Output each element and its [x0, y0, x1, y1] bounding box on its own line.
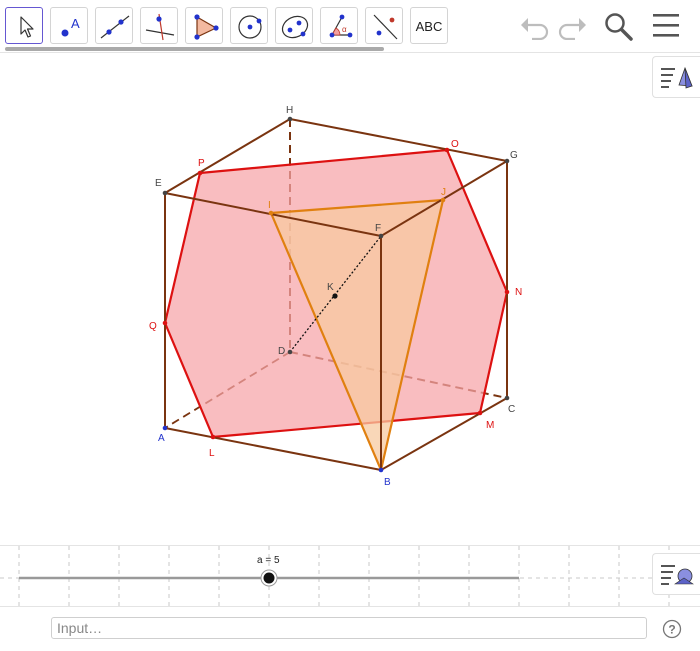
- point-J[interactable]: [440, 197, 446, 203]
- geometry-canvas[interactable]: A B C D E F G H I J K L M N O P Q: [0, 53, 700, 545]
- point-K[interactable]: [332, 293, 338, 299]
- point-C[interactable]: [504, 395, 510, 401]
- slider-canvas[interactable]: a = 5: [0, 546, 700, 606]
- line-tool-button[interactable]: [95, 7, 133, 44]
- point-A[interactable]: [162, 425, 168, 431]
- point-tool-button[interactable]: A: [50, 7, 88, 44]
- angle-icon: α: [329, 14, 353, 38]
- perpendicular-line-tool-button[interactable]: [140, 7, 178, 44]
- algebra-input[interactable]: [51, 617, 647, 639]
- search-icon[interactable]: [603, 11, 635, 43]
- point-icon: A: [61, 16, 80, 37]
- label-C: C: [508, 404, 515, 415]
- menu-icon[interactable]: [652, 13, 680, 39]
- label-M: M: [486, 420, 494, 431]
- input-bar: ?: [0, 606, 700, 651]
- point-F[interactable]: [378, 233, 384, 239]
- point-M[interactable]: [477, 410, 483, 416]
- toolbar-scrollbar[interactable]: [5, 47, 384, 51]
- label-K: K: [327, 282, 334, 293]
- graphics2-style-bar-toggle[interactable]: [652, 553, 700, 595]
- label-O: O: [451, 139, 459, 150]
- slider-label: a = 5: [257, 555, 280, 566]
- circle-icon: [238, 15, 262, 39]
- angle-tool-label: α: [342, 25, 347, 34]
- graphics-view-2[interactable]: a = 5: [0, 545, 700, 606]
- line-icon: [100, 15, 130, 39]
- ellipse-icon: [281, 15, 309, 39]
- point-G[interactable]: [504, 158, 510, 164]
- label-D: D: [278, 346, 285, 357]
- label-Q: Q: [149, 321, 157, 332]
- toolbar: A α ABC: [0, 0, 700, 52]
- perpendicular-icon: [145, 13, 175, 41]
- reflect-icon: [373, 14, 398, 40]
- help-icon[interactable]: ?: [662, 619, 682, 639]
- label-N: N: [515, 287, 522, 298]
- label-L: L: [209, 448, 215, 459]
- redo-icon[interactable]: [555, 12, 589, 40]
- arrow-pointer-icon: [20, 16, 34, 38]
- point-O[interactable]: [444, 147, 450, 153]
- label-I: I: [268, 200, 271, 211]
- ellipse-tool-button[interactable]: [275, 7, 313, 44]
- label-E: E: [155, 178, 162, 189]
- label-A: A: [158, 433, 165, 444]
- point-Q[interactable]: [162, 320, 168, 326]
- circle-tool-button[interactable]: [230, 7, 268, 44]
- label-B: B: [384, 477, 391, 488]
- label-P: P: [198, 158, 205, 169]
- svg-text:?: ?: [668, 623, 675, 637]
- angle-tool-button[interactable]: α: [320, 7, 358, 44]
- polygon-tool-button[interactable]: [185, 7, 223, 44]
- polygon-icon: [194, 14, 219, 40]
- undo-icon[interactable]: [518, 12, 552, 40]
- reflect-tool-button[interactable]: [365, 7, 403, 44]
- grid-lines: [0, 546, 700, 606]
- label-F: F: [375, 223, 381, 234]
- label-G: G: [510, 150, 518, 161]
- graphics-view[interactable]: A B C D E F G H I J K L M N O P Q: [0, 53, 700, 545]
- point-H[interactable]: [287, 116, 293, 122]
- point-N[interactable]: [504, 289, 510, 295]
- graphics-style-bar-toggle[interactable]: [652, 56, 700, 98]
- point-tool-label: A: [71, 16, 80, 31]
- style-bar-icon: [661, 565, 694, 585]
- point-I[interactable]: [268, 210, 274, 216]
- point-P[interactable]: [197, 170, 203, 176]
- point-L[interactable]: [210, 434, 216, 440]
- move-tool-button[interactable]: [5, 7, 43, 44]
- label-H: H: [286, 105, 293, 116]
- point-D[interactable]: [287, 349, 293, 355]
- text-tool-button[interactable]: ABC: [410, 7, 448, 44]
- point-B[interactable]: [378, 467, 384, 473]
- style-bar-icon: [661, 66, 693, 89]
- label-J: J: [441, 187, 446, 198]
- point-E[interactable]: [162, 190, 168, 196]
- slider-handle[interactable]: [263, 572, 275, 584]
